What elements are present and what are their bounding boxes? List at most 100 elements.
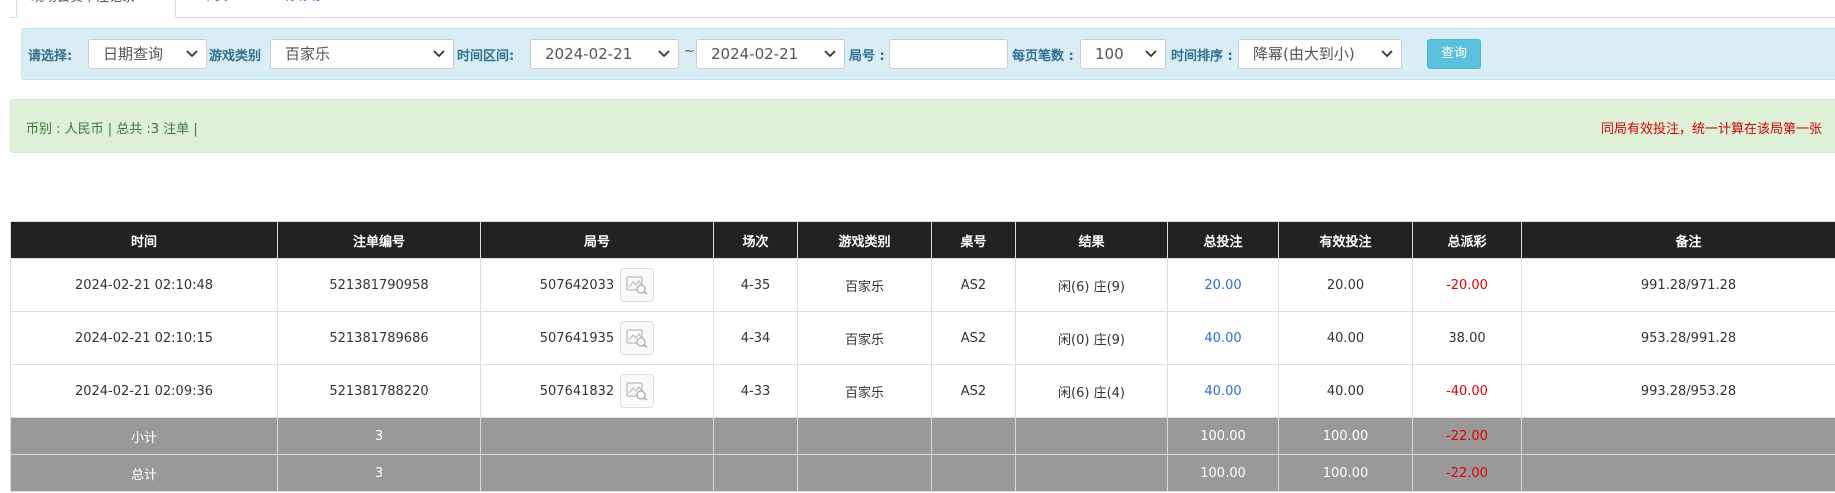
cell-session: 4-33 bbox=[713, 364, 798, 418]
page-size-value: 100 bbox=[1095, 45, 1124, 63]
empty-cell bbox=[480, 417, 714, 455]
cell-bet-id: 521381788220 bbox=[277, 364, 481, 418]
bet-records-table: 时间 注单编号 局号 场次 游戏类别 桌号 结果 总投注 有效投注 总派彩 备注… bbox=[10, 221, 1835, 492]
empty-cell bbox=[713, 454, 798, 492]
page-size-select[interactable]: 100 bbox=[1080, 39, 1166, 69]
col-valid-bet: 有效投注 bbox=[1278, 221, 1413, 259]
table-row: 2024-02-21 02:09:36 521381788220 5076418… bbox=[10, 364, 1835, 418]
subtotal-label: 小计 bbox=[10, 417, 278, 455]
game-type-label: 游戏类别 bbox=[209, 49, 262, 64]
round-number: 507641832 bbox=[539, 383, 615, 399]
cell-payout: -20.00 bbox=[1412, 258, 1522, 312]
round-label: 局号 : bbox=[849, 49, 885, 64]
empty-cell bbox=[1521, 417, 1835, 455]
date-to-value: 2024-02-21 bbox=[711, 45, 799, 63]
image-search-icon[interactable] bbox=[620, 321, 655, 355]
page-size-label: 每页笔数 : bbox=[1012, 49, 1074, 64]
empty-cell bbox=[480, 454, 714, 492]
image-search-icon[interactable] bbox=[620, 268, 655, 302]
empty-cell bbox=[931, 417, 1016, 455]
cell-total-bet: 20.00 bbox=[1167, 258, 1279, 312]
cell-payout: -40.00 bbox=[1412, 364, 1522, 418]
chevron-down-icon bbox=[433, 40, 445, 58]
total-valid-bet: 100.00 bbox=[1278, 454, 1413, 492]
col-payout: 总派彩 bbox=[1412, 221, 1522, 259]
cell-bet-id: 521381789686 bbox=[277, 311, 481, 365]
round-number: 507641935 bbox=[539, 330, 615, 346]
cell-table: AS2 bbox=[931, 258, 1016, 312]
cell-result: 闲(0) 庄(9) bbox=[1015, 311, 1168, 365]
tab-bb-live[interactable]: BB现场助 bbox=[250, 0, 335, 16]
cell-time: 2024-02-21 02:10:15 bbox=[10, 311, 278, 365]
date-from-value: 2024-02-21 bbox=[545, 45, 633, 63]
col-bet-id: 注单编号 bbox=[277, 221, 481, 259]
table-row: 2024-02-21 02:10:15 521381789686 5076419… bbox=[10, 311, 1835, 365]
cell-game: 百家乐 bbox=[797, 258, 932, 312]
cell-round: 507641935 bbox=[480, 311, 714, 365]
info-bar: 币别 : 人民币 | 总共 :3 注单 | 同局有效投注，统一计算在该局第一张 bbox=[10, 99, 1835, 153]
cell-game: 百家乐 bbox=[797, 311, 932, 365]
cell-table: AS2 bbox=[931, 364, 1016, 418]
summary-text: 币别 : 人民币 | 总共 :3 注单 | bbox=[26, 122, 198, 137]
cell-table: AS2 bbox=[931, 311, 1016, 365]
cell-session: 4-34 bbox=[713, 311, 798, 365]
col-result: 结果 bbox=[1015, 221, 1168, 259]
date-to-select[interactable]: 2024-02-21 bbox=[696, 39, 845, 69]
cell-bet-id: 521381790958 bbox=[277, 258, 481, 312]
chevron-down-icon bbox=[1145, 40, 1157, 58]
sort-value: 降幂(由大到小) bbox=[1253, 45, 1355, 63]
chevron-down-icon bbox=[658, 40, 670, 58]
empty-cell bbox=[1521, 454, 1835, 492]
total-label: 总计 bbox=[10, 454, 278, 492]
tab-bb-fee[interactable]: BB下费 bbox=[170, 0, 242, 16]
table-header-row: 时间 注单编号 局号 场次 游戏类别 桌号 结果 总投注 有效投注 总派彩 备注 bbox=[10, 221, 1835, 259]
cell-total-bet: 40.00 bbox=[1167, 311, 1279, 365]
cell-game: 百家乐 bbox=[797, 364, 932, 418]
query-mode-select[interactable]: 日期查询 bbox=[88, 39, 207, 69]
round-number: 507642033 bbox=[539, 277, 615, 293]
cell-valid-bet: 40.00 bbox=[1278, 311, 1413, 365]
cell-note: 991.28/971.28 bbox=[1521, 258, 1835, 312]
empty-cell bbox=[1015, 417, 1168, 455]
col-session: 场次 bbox=[713, 221, 798, 259]
date-from-select[interactable]: 2024-02-21 bbox=[530, 39, 679, 69]
empty-cell bbox=[1015, 454, 1168, 492]
subtotal-count: 3 bbox=[277, 417, 481, 455]
subtotal-row: 小计 3 100.00 100.00 -22.00 bbox=[10, 417, 1835, 455]
cell-time: 2024-02-21 02:09:36 bbox=[10, 364, 278, 418]
notice-text: 同局有效投注，统一计算在该局第一张 bbox=[1601, 122, 1823, 137]
cell-session: 4-35 bbox=[713, 258, 798, 312]
cell-round: 507642033 bbox=[480, 258, 714, 312]
empty-cell bbox=[931, 454, 1016, 492]
image-search-icon[interactable] bbox=[620, 374, 655, 408]
tab-live-bet-records[interactable]: 现场会员下注记录 bbox=[16, 0, 176, 18]
query-mode-value: 日期查询 bbox=[103, 45, 164, 63]
cell-total-bet: 40.00 bbox=[1167, 364, 1279, 418]
subtotal-valid-bet: 100.00 bbox=[1278, 417, 1413, 455]
cell-note: 953.28/991.28 bbox=[1521, 311, 1835, 365]
cell-valid-bet: 20.00 bbox=[1278, 258, 1413, 312]
total-count: 3 bbox=[277, 454, 481, 492]
empty-cell bbox=[713, 417, 798, 455]
chevron-down-icon bbox=[824, 40, 836, 58]
cell-note: 993.28/953.28 bbox=[1521, 364, 1835, 418]
empty-cell bbox=[797, 454, 932, 492]
game-type-select[interactable]: 百家乐 bbox=[270, 39, 454, 69]
query-button[interactable]: 查询 bbox=[1427, 39, 1481, 69]
col-note: 备注 bbox=[1521, 221, 1835, 259]
col-total-bet: 总投注 bbox=[1167, 221, 1279, 259]
table-row: 2024-02-21 02:10:48 521381790958 5076420… bbox=[10, 258, 1835, 312]
cell-payout: 38.00 bbox=[1412, 311, 1522, 365]
cell-round: 507641832 bbox=[480, 364, 714, 418]
cell-result: 闲(6) 庄(9) bbox=[1015, 258, 1168, 312]
subtotal-payout: -22.00 bbox=[1412, 417, 1522, 455]
total-payout: -22.00 bbox=[1412, 454, 1522, 492]
sort-select[interactable]: 降幂(由大到小) bbox=[1238, 39, 1402, 69]
tab-bar: 现场会员下注记录 BB下费 BB现场助 bbox=[10, 0, 1835, 18]
sort-label: 时间排序 : bbox=[1171, 49, 1233, 64]
cell-result: 闲(6) 庄(4) bbox=[1015, 364, 1168, 418]
empty-cell bbox=[797, 417, 932, 455]
subtotal-total-bet: 100.00 bbox=[1167, 417, 1279, 455]
round-input[interactable] bbox=[889, 39, 1008, 69]
col-round: 局号 bbox=[480, 221, 714, 259]
